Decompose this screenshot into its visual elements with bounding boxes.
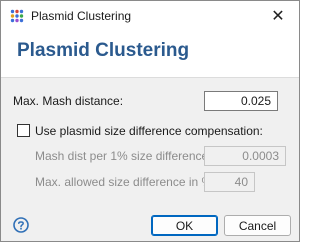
dialog-header: Plasmid Clustering [1,31,299,78]
app-icon [10,9,24,23]
dialog-content: Max. Mash distance: 0.025 Use plasmid si… [1,78,299,208]
size-compensation-label: Use plasmid size difference compensation… [35,124,263,138]
size-compensation-checkbox[interactable] [17,124,30,137]
header-title: Plasmid Clustering [17,40,190,61]
mash-per-pct-input[interactable]: 0.0003 [204,146,286,166]
cancel-button[interactable]: Cancel [224,215,291,236]
max-mash-distance-label: Max. Mash distance: [13,94,124,108]
max-mash-distance-input[interactable]: 0.025 [204,91,278,111]
dialog-window: Plasmid Clustering ✕ Plasmid Clustering … [0,0,300,242]
title-bar: Plasmid Clustering ✕ [1,1,299,31]
max-size-diff-label: Max. allowed size difference in %: [35,175,216,189]
ok-button[interactable]: OK [151,215,218,236]
max-size-diff-input[interactable]: 40 [204,172,255,192]
close-icon: ✕ [271,8,285,25]
window-title: Plasmid Clustering [31,9,132,23]
dialog-footer: OK Cancel [1,208,299,241]
close-button[interactable]: ✕ [257,1,299,31]
help-icon[interactable] [13,217,29,233]
mash-per-pct-label: Mash dist per 1% size difference: [35,149,212,163]
